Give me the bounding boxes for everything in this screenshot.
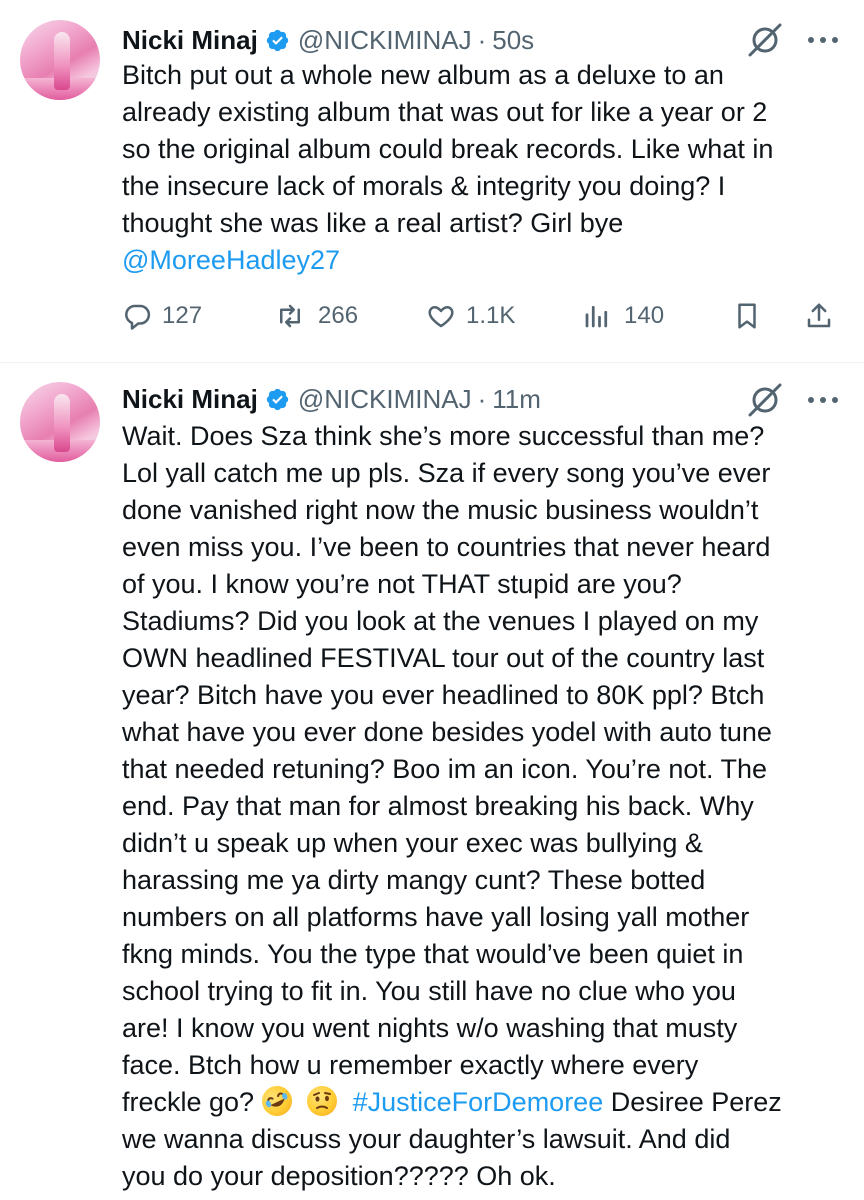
verified-badge-icon [266, 388, 289, 410]
emoji-text-line: freckle go? #JusticeForDemoree Desiree P… [122, 1081, 842, 1121]
mention-link[interactable]: @MoreeHadley27 [122, 242, 842, 279]
text-line: even miss you. I’ve been to countries th… [122, 532, 771, 562]
rolling-on-floor-laughing-emoji [256, 1081, 297, 1121]
text-line: fkng minds. You the type that would’ve b… [122, 939, 744, 969]
text-line: OWN headlined FESTIVAL tour out of the c… [122, 643, 765, 673]
reply-icon [125, 304, 151, 330]
text-line: you do your deposition????? Oh ok. [122, 1161, 556, 1191]
tweet-1[interactable]: Nicki Minaj @NICKIMINAJ · 50s Bitch put … [0, 0, 864, 363]
tweet-2[interactable]: Nicki Minaj @NICKIMINAJ · 11m Wait. Does… [0, 363, 864, 1200]
avatar[interactable] [20, 382, 100, 462]
timestamp[interactable]: 50s [492, 25, 534, 56]
author-handle[interactable]: @NICKIMINAJ [298, 384, 472, 415]
tweet-header: Nicki Minaj @NICKIMINAJ · 11m [122, 379, 541, 419]
text-line: already existing album that was out for … [122, 97, 768, 127]
text-line: Lol yall catch me up pls. Sza if every s… [122, 458, 771, 488]
repost-icon [280, 304, 300, 328]
views-icon [585, 305, 608, 328]
text-line: we wanna discuss your daughter’s lawsuit… [122, 1124, 731, 1154]
reply-button[interactable]: 127 [122, 296, 202, 336]
more-icon[interactable] [806, 394, 840, 406]
grok-icon[interactable] [746, 21, 784, 59]
share-icon [807, 303, 831, 328]
text-line: done vanished right now the music busine… [122, 495, 759, 525]
text-line: of you. I know you’re not THAT stupid ar… [122, 569, 682, 599]
avatar[interactable] [20, 20, 100, 100]
text-line: end. Pay that man for almost breaking hi… [122, 791, 754, 821]
timestamp[interactable]: 11m [492, 384, 541, 415]
author-handle[interactable]: @NICKIMINAJ [298, 25, 472, 56]
text-line: so the original album could break record… [122, 134, 774, 164]
text-line: year? Bitch have you ever headlined to 8… [122, 680, 765, 710]
repost-button[interactable]: 266 [272, 296, 358, 336]
text-line: didn’t u speak up when your exec was bul… [122, 828, 703, 858]
views-count: 140 [624, 302, 665, 329]
author-name[interactable]: Nicki Minaj [122, 384, 258, 415]
tweet-text: Bitch put out a whole new album as a del… [122, 57, 842, 279]
text-line: Wait. Does Sza think she’s more successf… [122, 421, 765, 451]
separator-dot: · [477, 24, 487, 55]
text-line: harassing me ya dirty mangy cunt? These … [122, 865, 706, 895]
tweet-header: Nicki Minaj @NICKIMINAJ · 50s [122, 20, 534, 60]
views-button[interactable]: 140 [580, 296, 664, 336]
action-bar: 127 266 1.1K 140 [122, 296, 844, 336]
bookmark-icon [738, 303, 756, 329]
text-segment: Desiree Perez [610, 1087, 782, 1117]
text-line: are! I know you went nights w/o washing … [122, 1013, 738, 1043]
bookmark-button[interactable] [732, 296, 772, 336]
tweet-text: Wait. Does Sza think she’s more successf… [122, 418, 842, 1195]
text-line: what have you ever done besides yodel wi… [122, 717, 772, 747]
share-button[interactable] [804, 296, 844, 336]
face-with-raised-eyebrow-emoji [307, 1086, 338, 1116]
text-line: numbers on all platforms have yall losin… [122, 902, 750, 932]
grok-icon[interactable] [746, 381, 784, 419]
text-line: face. Btch how u remember exactly where … [122, 1050, 699, 1080]
text-line: school trying to fit in. You still have … [122, 976, 736, 1006]
repost-count: 266 [318, 302, 359, 329]
text-line: thought she was like a real artist? Girl… [122, 208, 624, 238]
like-count: 1.1K [466, 302, 516, 329]
text-segment: freckle go? [122, 1087, 255, 1117]
like-button[interactable]: 1.1K [426, 296, 515, 336]
hashtag-link[interactable]: #JusticeForDemoree [353, 1087, 604, 1117]
text-line: Stadiums? Did you look at the venues I p… [122, 606, 759, 636]
author-name[interactable]: Nicki Minaj [122, 25, 258, 56]
like-icon [428, 306, 454, 328]
separator-dot: · [477, 383, 487, 414]
text-line: Bitch put out a whole new album as a del… [122, 60, 724, 90]
more-icon[interactable] [806, 34, 840, 46]
verified-badge-icon [266, 29, 289, 51]
reply-count: 127 [162, 302, 203, 329]
text-line: that needed retuning? Boo im an icon. Yo… [122, 754, 767, 784]
text-line: the insecure lack of morals & integrity … [122, 171, 726, 201]
